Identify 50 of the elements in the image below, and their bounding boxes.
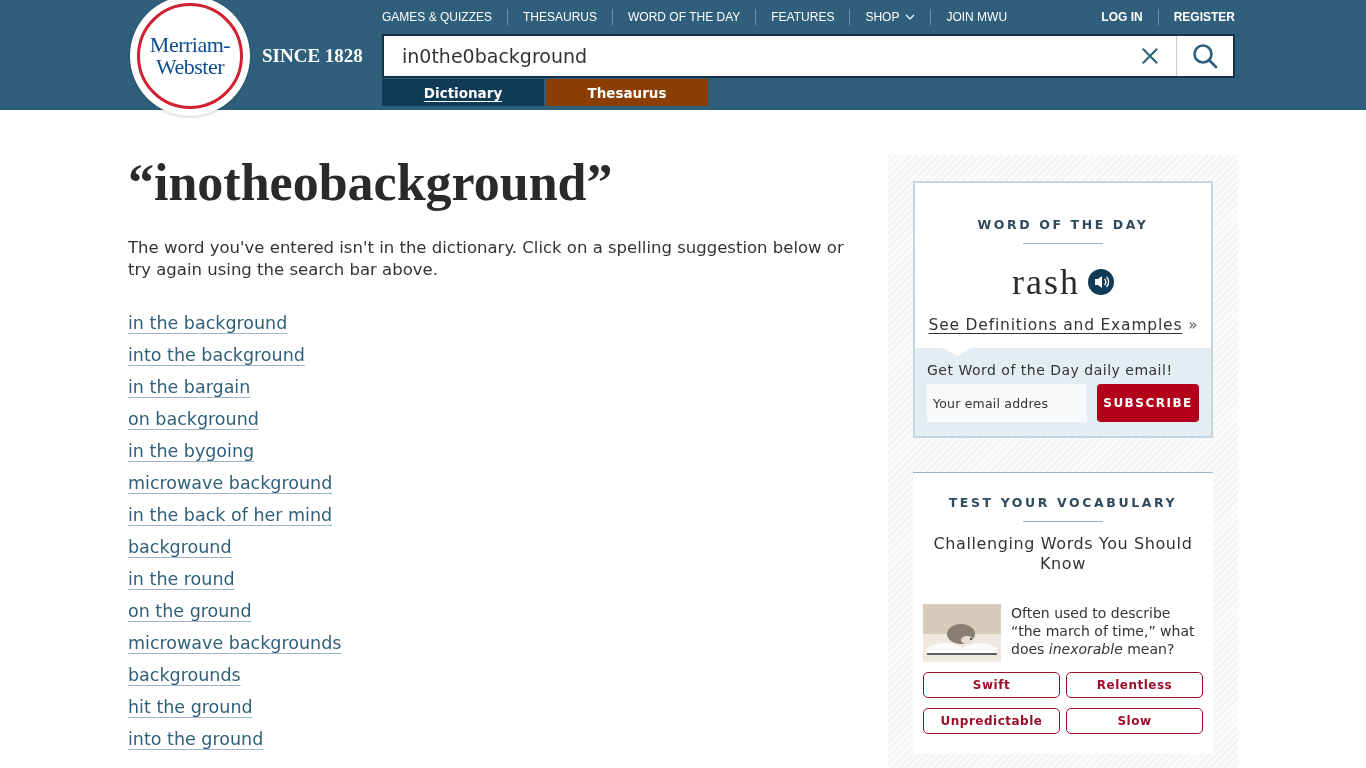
- suggestion-link[interactable]: microwave backgrounds: [128, 631, 342, 656]
- account-link[interactable]: LOG IN: [1086, 10, 1158, 24]
- nav-link[interactable]: THESAURUS: [508, 10, 613, 24]
- search-bar[interactable]: in0the0background: [382, 34, 1235, 78]
- account-link[interactable]: REGISTER: [1158, 10, 1235, 24]
- suggestion-link[interactable]: into the ground: [128, 727, 264, 752]
- card-title: WORD OF THE DAY: [977, 217, 1149, 232]
- quiz-question: Often used to describe “the march of time,” what does inexorable mean?: [1011, 604, 1196, 659]
- nav-link[interactable]: GAMES & QUIZZES: [382, 10, 507, 24]
- logo-text: Merriam- Webster: [149, 34, 231, 78]
- close-icon[interactable]: [1141, 47, 1159, 65]
- logo[interactable]: Merriam- Webster: [130, 0, 250, 116]
- suggestion-link[interactable]: background: [128, 535, 232, 560]
- suggestion-link[interactable]: microwave background: [128, 471, 333, 496]
- search-icon: [1192, 43, 1218, 69]
- answer-button[interactable]: Relentless: [1066, 672, 1203, 698]
- not-found-message: The word you've entered isn't in the dictionary. Click on a spelling suggestion below or try again using the search bar above.: [128, 237, 845, 281]
- card-title: TEST YOUR VOCABULARY: [948, 495, 1178, 510]
- nav-link[interactable]: WORD OF THE DAY: [613, 10, 756, 24]
- search-field[interactable]: in0the0background: [384, 44, 1141, 68]
- featured-word: rash: [1012, 262, 1080, 302]
- chevron-text: »: [1188, 316, 1198, 334]
- callout-notch: [943, 348, 971, 356]
- answer-button[interactable]: Swift: [923, 672, 1060, 698]
- email-field[interactable]: Your email addres: [927, 384, 1087, 422]
- suggestion-link[interactable]: on background: [128, 407, 259, 432]
- answer-button[interactable]: Unpredictable: [923, 708, 1060, 734]
- suggestion-link[interactable]: in the bargain: [128, 375, 251, 400]
- suggestion-link[interactable]: hit the ground: [128, 695, 253, 720]
- email-prompt: Get Word of the Day daily email!: [927, 362, 1174, 378]
- quiz-subtitle: Challenging Words You Should Know: [933, 534, 1193, 574]
- search-tab[interactable]: Dictionary: [382, 79, 544, 106]
- suggestion-link[interactable]: into the background: [128, 343, 305, 368]
- nav-link[interactable]: FEATURES: [756, 10, 850, 24]
- chevron-icon: [905, 14, 916, 20]
- since-text: SINCE 1828: [262, 45, 364, 67]
- search-tab[interactable]: Thesaurus: [546, 79, 708, 106]
- nav-link[interactable]: JOIN MWU: [931, 10, 1023, 24]
- suggestion-link[interactable]: in the background: [128, 311, 288, 336]
- speaker-icon[interactable]: [1088, 269, 1114, 295]
- subscribe-button[interactable]: SUBSCRIBE: [1097, 384, 1199, 422]
- answer-button[interactable]: Slow: [1066, 708, 1203, 734]
- suggestion-link[interactable]: in the back of her mind: [128, 503, 333, 528]
- suggestion-link[interactable]: in the bygoing: [128, 439, 255, 464]
- suggestion-link[interactable]: on the ground: [128, 599, 252, 624]
- nav-dropdown[interactable]: SHOP: [850, 10, 931, 24]
- definitions-link[interactable]: See Definitions and Examples: [928, 316, 1183, 334]
- page-heading: “inotheobackground”: [128, 155, 614, 211]
- suggestion-link[interactable]: backgrounds: [128, 663, 241, 688]
- suggestion-link[interactable]: in the round: [128, 567, 235, 592]
